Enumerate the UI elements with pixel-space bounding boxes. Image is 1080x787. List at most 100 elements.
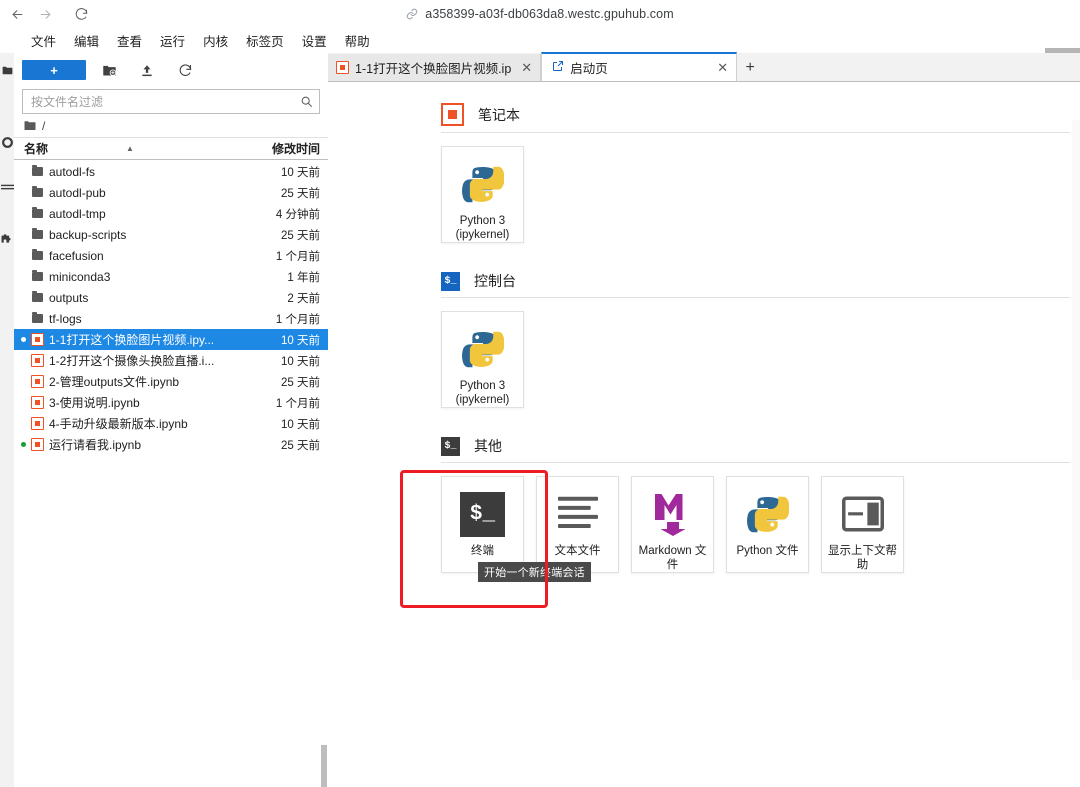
card-label: 文本文件: [554, 545, 601, 557]
file-list-item[interactable]: miniconda3 1 年前: [14, 266, 328, 287]
tab-label: 1-1打开这个换脸图片视频.ip: [355, 62, 512, 76]
file-list-item[interactable]: backup-scripts 25 天前: [14, 224, 328, 245]
card-label: 终端: [471, 545, 494, 557]
terminal-icon: $_: [460, 490, 505, 538]
notebook-icon: [28, 333, 46, 346]
file-browser-panel: + / 名称 ▲: [14, 53, 329, 787]
column-header-modified[interactable]: 修改时间: [236, 140, 320, 157]
activity-sidebar-rail: [0, 53, 15, 787]
file-modified-time: 10 天前: [281, 166, 320, 179]
menu-item-file[interactable]: 文件: [22, 28, 65, 53]
python-icon: [461, 160, 504, 208]
menu-item-help[interactable]: 帮助: [336, 28, 379, 53]
text-file-icon: [556, 490, 600, 538]
file-list-item[interactable]: tf-logs 1 个月前: [14, 308, 328, 329]
card-label: Python 文件: [736, 545, 799, 557]
card-text-file[interactable]: 文本文件: [536, 476, 619, 573]
card-notebook-python3[interactable]: Python 3 (ipykernel): [441, 146, 524, 243]
jupyterlab-window: a358399-a03f-db063da8.westc.gpuhub.com 文…: [0, 0, 1080, 787]
new-launcher-button[interactable]: +: [22, 60, 86, 80]
file-modified-time: 10 天前: [281, 334, 320, 347]
menu-item-tabs[interactable]: 标签页: [237, 28, 293, 53]
back-arrow-icon[interactable]: [4, 2, 30, 26]
menu-item-view[interactable]: 查看: [108, 28, 151, 53]
refresh-icon[interactable]: [170, 59, 200, 81]
file-list-item[interactable]: 4-手动升级最新版本.ipynb 10 天前: [14, 413, 328, 434]
table-of-contents-icon[interactable]: [0, 179, 14, 197]
tab-notebook[interactable]: 1-1打开这个换脸图片视频.ip ✕: [328, 54, 542, 81]
card-python-file[interactable]: Python 文件: [726, 476, 809, 573]
tab-close-icon[interactable]: ✕: [521, 60, 532, 76]
file-name: 运行请看我.ipynb: [49, 438, 142, 452]
search-icon: [300, 95, 313, 108]
new-folder-icon[interactable]: [94, 59, 124, 81]
terminal-tooltip: 开始一个新终端会话: [478, 562, 591, 582]
upload-icon[interactable]: [132, 59, 162, 81]
menu-item-edit[interactable]: 编辑: [65, 28, 108, 53]
console-icon: $_: [441, 271, 460, 291]
breadcrumb-path[interactable]: /: [42, 119, 45, 133]
file-name: outputs: [49, 290, 89, 305]
file-list-item[interactable]: 1-2打开这个摄像头换脸直播.i... 10 天前: [14, 350, 328, 371]
notebook-icon: [441, 103, 464, 126]
launcher-section-other: $_ 其他: [328, 408, 1080, 462]
terminal-icon: $_: [441, 436, 460, 456]
file-browser-toolbar: +: [14, 53, 328, 87]
breadcrumb[interactable]: /: [14, 114, 328, 137]
address-bar[interactable]: a358399-a03f-db063da8.westc.gpuhub.com: [0, 0, 1080, 28]
file-list-item[interactable]: facefusion 1 个月前: [14, 245, 328, 266]
file-list-item[interactable]: autodl-pub 25 天前: [14, 182, 328, 203]
file-list-item[interactable]: outputs 2 天前: [14, 287, 328, 308]
file-name: autodl-pub: [49, 185, 106, 200]
file-list-item[interactable]: autodl-fs 10 天前: [14, 161, 328, 182]
notebook-icon: [28, 438, 46, 451]
file-list-item[interactable]: 2-管理outputs文件.ipynb 25 天前: [14, 371, 328, 392]
file-list-item[interactable]: 1-1打开这个换脸图片视频.ipy... 10 天前: [14, 329, 328, 350]
context-help-icon: [841, 490, 884, 538]
menu-item-settings[interactable]: 设置: [293, 28, 336, 53]
card-markdown-file[interactable]: Markdown 文件: [631, 476, 714, 573]
menu-item-kernel[interactable]: 内核: [194, 28, 237, 53]
notebook-icon: [28, 375, 46, 388]
file-modified-time: 25 天前: [281, 376, 320, 389]
extension-manager-icon[interactable]: [0, 231, 14, 249]
folder-icon: [28, 290, 46, 302]
forward-arrow-icon[interactable]: [32, 2, 58, 26]
card-context-help[interactable]: 显示上下文帮助: [821, 476, 904, 573]
tab-launcher[interactable]: 启动页 ✕: [541, 52, 738, 81]
file-name: 4-手动升级最新版本.ipynb: [49, 417, 188, 431]
launcher-icon: [552, 60, 564, 75]
folder-icon: [28, 164, 46, 176]
running-terminals-icon[interactable]: [0, 133, 14, 151]
file-filter-box[interactable]: [22, 89, 320, 114]
section-title: 其他: [474, 438, 502, 454]
sort-ascending-icon: ▲: [126, 144, 134, 153]
tab-close-icon[interactable]: ✕: [717, 60, 728, 76]
file-filter-input[interactable]: [29, 93, 300, 110]
browser-toolbar: a358399-a03f-db063da8.westc.gpuhub.com: [0, 0, 1080, 29]
file-browser-scrollbar[interactable]: [321, 745, 327, 787]
main-area: 1-1打开这个换脸图片视频.ip ✕ 启动页 ✕ + 笔记本 Python 3 …: [328, 52, 1080, 787]
section-header-console: $_ 控制台: [441, 265, 1080, 297]
file-list-item[interactable]: autodl-tmp 4 分钟前: [14, 203, 328, 224]
file-list-item[interactable]: 3-使用说明.ipynb 1 个月前: [14, 392, 328, 413]
file-browser-icon[interactable]: [0, 61, 14, 79]
file-modified-time: 2 天前: [287, 292, 320, 305]
menu-item-run[interactable]: 运行: [151, 28, 194, 53]
file-name: facefusion: [49, 248, 104, 263]
new-tab-button[interactable]: +: [737, 54, 764, 81]
card-console-python3[interactable]: Python 3 (ipykernel): [441, 311, 524, 408]
file-name: 1-2打开这个摄像头换脸直播.i...: [49, 354, 215, 368]
menu-items: 文件 编辑 查看 运行 内核 标签页 设置 帮助: [22, 28, 379, 53]
card-terminal[interactable]: $_ 终端: [441, 476, 524, 573]
file-name: backup-scripts: [49, 227, 127, 242]
python-icon: [461, 325, 504, 373]
terminal-glyph: $_: [460, 491, 505, 537]
column-header-name[interactable]: 名称 ▲: [24, 140, 236, 157]
reload-icon[interactable]: [68, 2, 94, 26]
section-header-notebook: 笔记本: [441, 97, 1080, 132]
folder-icon: [28, 248, 46, 260]
file-list-item[interactable]: 运行请看我.ipynb 25 天前: [14, 434, 328, 455]
main-vertical-scrollbar[interactable]: [1072, 120, 1080, 680]
file-modified-time: 1 个月前: [275, 250, 320, 263]
